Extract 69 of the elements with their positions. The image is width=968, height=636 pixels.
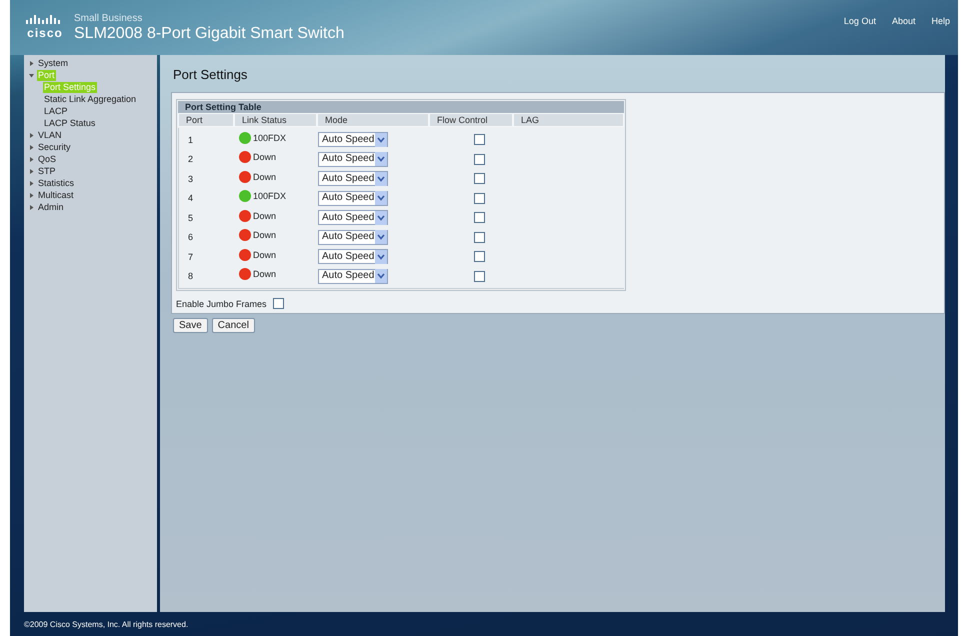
flow-control-checkbox[interactable] <box>474 134 484 146</box>
sidebar-item[interactable]: QoS <box>37 154 58 164</box>
app-title: SLM2008 8-Port Gigabit Smart Switch <box>74 24 344 44</box>
page-title: Port Settings <box>173 67 248 82</box>
sidebar-item[interactable]: Security <box>37 142 72 152</box>
mode-dropdown[interactable]: Auto Speed <box>318 268 388 284</box>
status-text: Down <box>253 250 276 260</box>
table-cell-text: 6 <box>187 232 194 242</box>
sidebar-subitem[interactable]: LACP <box>43 106 69 116</box>
save-button[interactable]: Save <box>173 318 208 333</box>
sidebar-item[interactable]: VLAN <box>37 130 63 140</box>
jumbo-frames-label: Enable Jumbo Frames <box>176 298 267 308</box>
mode-dropdown[interactable]: Auto Speed <box>318 152 388 167</box>
header-link[interactable]: Log Out <box>844 16 876 27</box>
table-title: Port Setting Table <box>178 101 624 113</box>
flow-control-checkbox[interactable] <box>474 270 484 282</box>
sidebar-item[interactable]: Multicast <box>37 190 75 200</box>
sidebar-item[interactable]: System <box>37 58 70 68</box>
table-cell-text: 5 <box>187 212 194 223</box>
status-text: Down <box>253 172 276 182</box>
flow-control-checkbox[interactable] <box>474 173 484 184</box>
mode-dropdown[interactable]: Auto Speed <box>318 171 388 186</box>
mode-dropdown[interactable]: Auto Speed <box>318 230 388 245</box>
mode-dropdown[interactable]: Auto Speed <box>318 249 388 264</box>
table-cell-text: 4 <box>187 193 194 204</box>
caret-icon <box>375 269 387 284</box>
sidebar-subitem[interactable]: LACP Status <box>43 118 96 128</box>
mode-dropdown[interactable]: Auto Speed <box>318 190 388 206</box>
table-cell-text: 7 <box>187 252 194 262</box>
status-text: Down <box>253 210 276 221</box>
column-header: Link Status <box>234 113 317 127</box>
table-cell-text: 1 <box>187 134 194 145</box>
logo-text: cisco <box>27 27 63 39</box>
copyright-text: ©2009 Cisco Systems, Inc. All rights reserved. <box>24 620 188 628</box>
status-text: Down <box>253 152 276 162</box>
flow-control-checkbox[interactable] <box>474 192 484 204</box>
caret-icon <box>375 132 387 147</box>
sidebar-item[interactable]: Statistics <box>37 178 76 188</box>
column-header: LAG <box>513 113 624 127</box>
flow-control-checkbox[interactable] <box>474 154 484 165</box>
column-header: Flow Control <box>429 113 513 127</box>
caret-icon <box>375 230 387 244</box>
header-link[interactable]: Help <box>931 16 950 27</box>
flow-control-checkbox[interactable] <box>474 212 484 224</box>
table-cell-text: 3 <box>187 174 194 184</box>
caret-icon <box>375 250 387 264</box>
column-header: Mode <box>317 113 429 127</box>
caret-icon <box>375 172 387 186</box>
sidebar-item[interactable]: STP <box>37 166 57 176</box>
table-cell-text: 8 <box>187 271 194 282</box>
flow-control-checkbox[interactable] <box>474 232 484 243</box>
product-line: Small Business <box>74 13 144 24</box>
sidebar-item[interactable]: Admin <box>37 202 65 212</box>
cancel-button[interactable]: Cancel <box>212 318 255 333</box>
mode-dropdown[interactable]: Auto Speed <box>318 132 388 148</box>
status-text: Down <box>253 269 276 280</box>
mode-dropdown[interactable]: Auto Speed <box>318 210 388 226</box>
status-text: 100FDX <box>253 191 286 202</box>
table-cell-text: 2 <box>187 154 194 164</box>
jumbo-frames-checkbox[interactable] <box>272 298 284 309</box>
caret-icon <box>375 152 387 166</box>
header-link[interactable]: About <box>892 16 916 27</box>
column-header: Port <box>178 113 234 127</box>
status-text: Down <box>253 230 276 240</box>
caret-icon <box>375 210 387 225</box>
caret-icon <box>375 191 387 206</box>
flow-control-checkbox[interactable] <box>474 251 484 262</box>
status-text: 100FDX <box>253 132 286 143</box>
sidebar-subitem[interactable]: Static Link Aggregation <box>43 94 138 104</box>
